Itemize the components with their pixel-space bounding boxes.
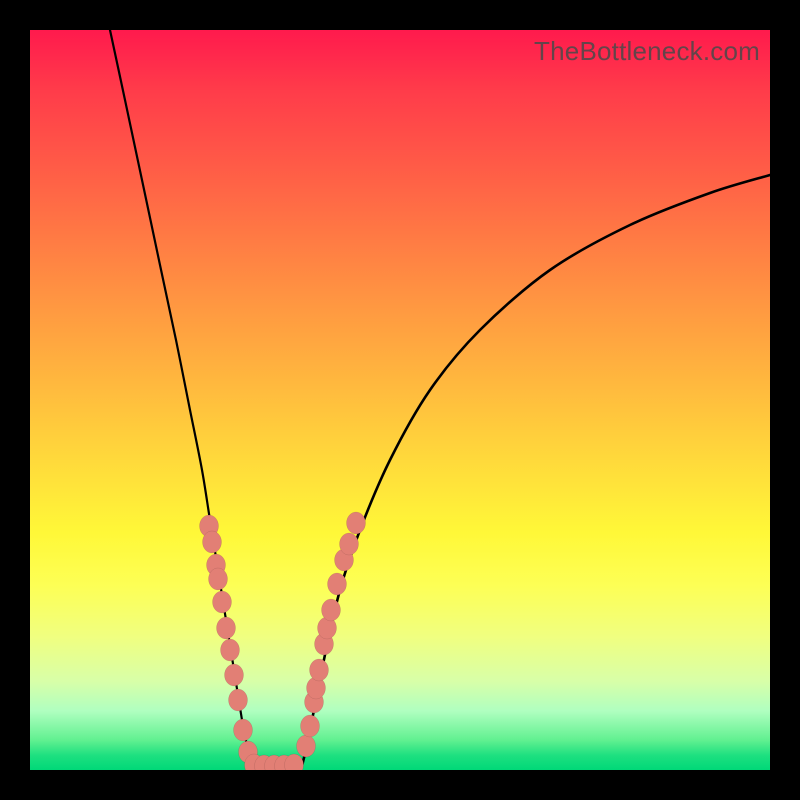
- data-dot: [328, 573, 347, 595]
- data-dot: [229, 689, 248, 711]
- data-dot: [347, 512, 366, 534]
- data-dot: [301, 715, 320, 737]
- data-dot: [225, 664, 244, 686]
- plot-area: TheBottleneck.com: [30, 30, 770, 770]
- data-dot: [221, 639, 240, 661]
- data-dot: [310, 659, 329, 681]
- data-dot: [217, 617, 236, 639]
- data-dot: [340, 533, 359, 555]
- data-dot: [297, 735, 316, 757]
- data-dots: [200, 512, 366, 770]
- curve-svg: [30, 30, 770, 770]
- right-curve: [302, 175, 770, 766]
- data-dot: [234, 719, 253, 741]
- data-dot: [213, 591, 232, 613]
- data-dot: [209, 568, 228, 590]
- data-dot: [203, 531, 222, 553]
- data-dot: [322, 599, 341, 621]
